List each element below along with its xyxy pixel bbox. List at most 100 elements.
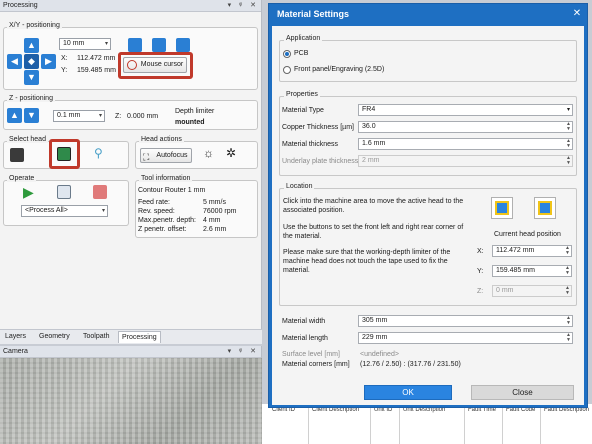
spinner-icon[interactable]: ▲ ▼	[566, 333, 571, 343]
move-left-arrow-icon[interactable]: ◀	[7, 54, 22, 69]
z-step-value: 0.1 mm	[57, 112, 81, 119]
tool-info-key: Rev. speed:	[138, 208, 175, 215]
head-z-input: 0 mm ▲ ▼	[492, 285, 572, 297]
chevron-down-icon: ▾	[101, 208, 105, 214]
process-select[interactable]: <Process All> ▾	[21, 205, 108, 217]
spinner-icon[interactable]: ▲ ▼	[566, 139, 571, 149]
radio-front-panel[interactable]	[283, 66, 291, 74]
dispenser-head-icon[interactable]: ⚲	[94, 146, 103, 160]
autofocus-icon: ⛶	[143, 152, 150, 162]
material-thickness-input[interactable]: 1.6 mm ▲ ▼	[358, 138, 573, 150]
radio-pcb[interactable]	[283, 50, 291, 58]
column-header[interactable]: Fault Time	[468, 407, 496, 414]
material-width-value: 305 mm	[362, 317, 388, 324]
tab-layers[interactable]: Layers	[2, 331, 29, 343]
tool-info-value: 76000 rpm	[203, 208, 237, 215]
properties-label: Properties	[284, 91, 320, 98]
spinner-icon[interactable]: ▲ ▼	[566, 316, 571, 326]
camera-panel: Camera ▾ ᵠ ✕	[0, 346, 262, 444]
set-front-left-corner-button[interactable]	[491, 197, 513, 219]
xy-positioning-label: X/Y - positioning	[7, 22, 62, 29]
location-instruction-1: Click into the machine area to move the …	[283, 198, 464, 214]
milling-head-icon[interactable]	[10, 148, 24, 162]
location-instruction-2: Use the buttons to set the front left an…	[283, 224, 464, 240]
select-head-label: Select head	[7, 136, 48, 143]
stop-icon[interactable]	[93, 185, 107, 199]
ok-button[interactable]: OK	[364, 385, 452, 400]
column-header[interactable]: Client Description	[312, 407, 359, 414]
location-label: Location	[284, 183, 315, 190]
tab-processing[interactable]: Processing	[118, 331, 161, 343]
move-up-arrow-icon[interactable]: ▲	[24, 38, 39, 53]
autofocus-button[interactable]: ⛶ Autofocus	[140, 148, 192, 163]
depth-limiter-label: Depth limiter	[175, 108, 215, 115]
material-thickness-value: 1.6 mm	[362, 140, 386, 147]
rear-right-corner-icon	[538, 201, 552, 215]
fault-table: Client ID Client Description Unit ID Uni…	[262, 404, 592, 444]
x-value: 112.472 mm	[77, 55, 116, 62]
column-header[interactable]: Client ID	[272, 407, 295, 414]
column-header[interactable]: Fault Code	[506, 407, 535, 414]
tool-info-value: 2.6 mm	[203, 226, 227, 233]
copper-thickness-input[interactable]: 36.0 ▲ ▼	[358, 121, 573, 133]
spinner-icon[interactable]: ▲ ▼	[566, 122, 571, 132]
tab-toolpath[interactable]: Toolpath	[80, 331, 112, 343]
start-icon[interactable]: ▶	[23, 184, 34, 201]
panel-title: Processing	[3, 2, 38, 9]
move-down-arrow-icon[interactable]: ▼	[24, 70, 39, 85]
spinner-icon[interactable]: ▲ ▼	[565, 266, 570, 276]
vacuum-icon[interactable]: ✲	[226, 146, 236, 160]
material-type-value: FR4	[362, 106, 376, 113]
front-left-corner-icon	[495, 201, 509, 215]
camera-view-image[interactable]	[0, 358, 262, 444]
panel-window-controls[interactable]: ▾ ᵠ ✕	[228, 0, 259, 12]
column-divider	[464, 404, 465, 444]
z-down-arrow-icon[interactable]: ▼	[24, 108, 39, 123]
xy-step-select[interactable]: 10 mm ▾	[59, 38, 111, 50]
camera-window-controls[interactable]: ▾ ᵠ ✕	[228, 346, 259, 358]
copper-thickness-value: 36.0	[362, 123, 376, 130]
material-width-input[interactable]: 305 mm ▲ ▼	[358, 315, 573, 327]
tool-information-label: Tool information	[139, 175, 193, 182]
copper-thickness-label: Copper Thickness [µm]	[282, 124, 354, 131]
set-rear-right-corner-button[interactable]	[534, 197, 556, 219]
column-header[interactable]: Fault Description	[544, 407, 589, 414]
material-thickness-label: Material thickness	[282, 141, 339, 148]
depth-limiter-value: mounted	[175, 119, 205, 126]
park-position-icon[interactable]	[152, 38, 166, 52]
radio-front-panel-label[interactable]: Front panel/Engraving (2.5D)	[294, 66, 384, 73]
tab-geometry[interactable]: Geometry	[36, 331, 73, 343]
z-up-arrow-icon[interactable]: ▲	[7, 108, 22, 123]
column-header[interactable]: Unit Description	[403, 407, 445, 414]
material-width-label: Material width	[282, 318, 326, 325]
chevron-down-icon: ▾	[104, 41, 108, 47]
info-position-icon[interactable]	[176, 38, 190, 52]
camera-head-icon[interactable]	[57, 147, 71, 161]
step-run-icon[interactable]	[57, 185, 71, 199]
z-positioning-label: Z - positioning	[7, 95, 55, 102]
processing-panel: Processing ▾ ᵠ ✕ X/Y - positioning ▲ ◀ ◆…	[0, 0, 262, 344]
head-x-input[interactable]: 112.472 mm ▲ ▼	[492, 245, 572, 257]
head-y-input[interactable]: 159.485 mm ▲ ▼	[492, 265, 572, 277]
column-header[interactable]: Unit ID	[374, 407, 392, 414]
move-center-icon[interactable]: ◆	[24, 54, 39, 69]
move-right-arrow-icon[interactable]: ▶	[41, 54, 56, 69]
autofocus-label: Autofocus	[156, 152, 188, 159]
mouse-cursor-button[interactable]: Mouse cursor	[123, 57, 187, 73]
material-type-select[interactable]: FR4 ▾	[358, 104, 573, 116]
material-corners-label: Material corners [mm]	[282, 361, 350, 368]
z-label: Z:	[115, 113, 122, 120]
home-icon[interactable]	[128, 38, 142, 52]
tool-info-value: 4 mm	[203, 217, 221, 224]
close-icon[interactable]: ✕	[571, 8, 583, 20]
material-settings-dialog: Material Settings ✕ Application PCB Fron…	[268, 3, 588, 408]
z-step-select[interactable]: 0.1 mm ▾	[53, 110, 105, 122]
radio-pcb-label[interactable]: PCB	[294, 50, 308, 57]
light-icon[interactable]: ☼	[203, 146, 214, 160]
spinner-icon[interactable]: ▲ ▼	[565, 246, 570, 256]
surface-level-value: <undefined>	[360, 351, 399, 358]
close-button[interactable]: Close	[471, 385, 574, 400]
application-label: Application	[284, 35, 323, 42]
material-length-input[interactable]: 229 mm ▲ ▼	[358, 332, 573, 344]
head-z-label: Z:	[477, 288, 484, 295]
